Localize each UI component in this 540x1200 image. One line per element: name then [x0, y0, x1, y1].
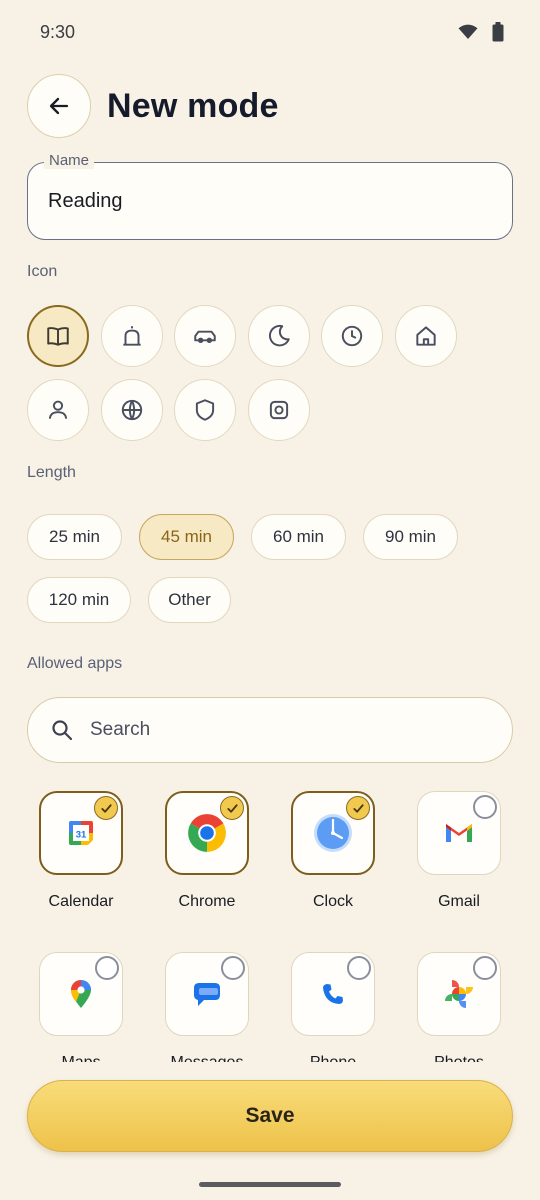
- app-item-phone[interactable]: Phone: [278, 952, 388, 1062]
- app-check-messages[interactable]: [221, 956, 245, 980]
- icon-option-home[interactable]: [395, 305, 457, 367]
- app-check-phone[interactable]: [347, 956, 371, 980]
- back-button[interactable]: [27, 74, 91, 138]
- app-name-phone: Phone: [278, 1054, 388, 1062]
- app-check-chrome[interactable]: [220, 796, 244, 820]
- app-check-photos[interactable]: [473, 956, 497, 980]
- icon-option-shield[interactable]: [174, 379, 236, 441]
- clock-app-icon: [314, 814, 352, 852]
- length-chip-other[interactable]: Other: [148, 577, 231, 623]
- app-tile-photos[interactable]: [417, 952, 501, 1036]
- app-search-box[interactable]: [27, 697, 513, 763]
- app-check-calendar[interactable]: [94, 796, 118, 820]
- app-check-gmail[interactable]: [473, 795, 497, 819]
- app-name-chrome: Chrome: [178, 893, 236, 910]
- globe-icon: [121, 399, 143, 421]
- header: New mode: [27, 74, 279, 138]
- home-indicator[interactable]: [199, 1182, 341, 1187]
- app-tile-chrome[interactable]: [165, 791, 249, 875]
- shield-icon: [195, 399, 215, 421]
- arrow-left-icon: [49, 97, 69, 115]
- icon-option-person[interactable]: [27, 379, 89, 441]
- app-name-gmail: Gmail: [438, 893, 480, 910]
- app-item-gmail[interactable]: Gmail: [404, 791, 514, 911]
- icon-option-moon[interactable]: [248, 305, 310, 367]
- length-chip-45[interactable]: 45 min: [139, 514, 234, 560]
- camera-icon: [269, 400, 289, 420]
- car-icon: [194, 330, 216, 344]
- home-icon: [416, 326, 436, 346]
- icon-option-book[interactable]: [27, 305, 89, 367]
- app-name-photos: Photos: [404, 1054, 514, 1062]
- messages-app-icon: [194, 983, 220, 1006]
- search-icon-wrap: [50, 718, 74, 747]
- status-bar: 9:30: [0, 0, 540, 64]
- app-tile-maps[interactable]: [39, 952, 123, 1036]
- checkmark-icon: [352, 803, 364, 813]
- search-icon: [52, 720, 73, 741]
- app-tile-clock[interactable]: [291, 791, 375, 875]
- bell-icon: [123, 326, 141, 346]
- moon-icon: [268, 324, 290, 347]
- app-item-chrome[interactable]: Chrome: [152, 791, 262, 911]
- icon-option-car[interactable]: [174, 305, 236, 367]
- length-chip-120[interactable]: 120 min: [27, 577, 131, 623]
- app-name-maps: Maps: [26, 1054, 136, 1062]
- app-name-calendar: Calendar: [48, 893, 114, 910]
- app-name-clock: Clock: [312, 893, 353, 910]
- length-section-label: Length: [27, 464, 76, 481]
- app-item-calendar[interactable]: 31 Calendar: [26, 791, 136, 911]
- calendar-day: 31: [76, 830, 87, 841]
- status-time: 9:30: [40, 22, 76, 42]
- app-tile-gmail[interactable]: [417, 791, 501, 875]
- icon-section-label: Icon: [27, 263, 58, 280]
- app-tile-phone[interactable]: [291, 952, 375, 1036]
- apps-section-label: Allowed apps: [27, 655, 123, 672]
- calendar-app-icon: 31: [69, 821, 93, 845]
- chrome-app-icon: [188, 814, 226, 852]
- name-input[interactable]: [48, 163, 488, 239]
- app-tile-calendar[interactable]: 31: [39, 791, 123, 875]
- app-name-messages: Messages: [152, 1054, 262, 1062]
- checkmark-icon: [100, 803, 112, 813]
- length-chip-60[interactable]: 60 min: [251, 514, 346, 560]
- clock-icon: [341, 325, 363, 347]
- icon-option-bell[interactable]: [101, 305, 163, 367]
- gmail-app-icon: [446, 824, 472, 842]
- save-button[interactable]: Save: [27, 1080, 513, 1152]
- search-input[interactable]: [90, 698, 490, 762]
- app-check-clock[interactable]: [346, 796, 370, 820]
- icon-option-clock[interactable]: [321, 305, 383, 367]
- status-icons: [458, 22, 504, 42]
- photos-app-icon: [445, 980, 473, 1008]
- person-icon: [48, 400, 68, 419]
- length-chip-90[interactable]: 90 min: [363, 514, 458, 560]
- length-chip-25[interactable]: 25 min: [27, 514, 122, 560]
- app-tile-messages[interactable]: [165, 952, 249, 1036]
- app-grid: 31 Calendar Chrome Clock Gmail: [0, 780, 540, 1062]
- wifi-icon: [458, 24, 478, 39]
- app-item-photos[interactable]: Photos: [404, 952, 514, 1062]
- app-item-clock[interactable]: Clock: [278, 791, 388, 911]
- book-icon: [47, 327, 69, 346]
- app-check-maps[interactable]: [95, 956, 119, 980]
- checkmark-icon: [226, 803, 238, 813]
- battery-icon: [492, 22, 504, 42]
- icon-option-globe[interactable]: [101, 379, 163, 441]
- phone-app-icon: [323, 984, 343, 1004]
- icon-option-camera[interactable]: [248, 379, 310, 441]
- app-item-maps[interactable]: Maps: [26, 952, 136, 1062]
- maps-app-icon: [71, 980, 91, 1008]
- app-item-messages[interactable]: Messages: [152, 952, 262, 1062]
- page-title: New mode: [107, 86, 279, 125]
- name-field[interactable]: Name: [27, 152, 513, 240]
